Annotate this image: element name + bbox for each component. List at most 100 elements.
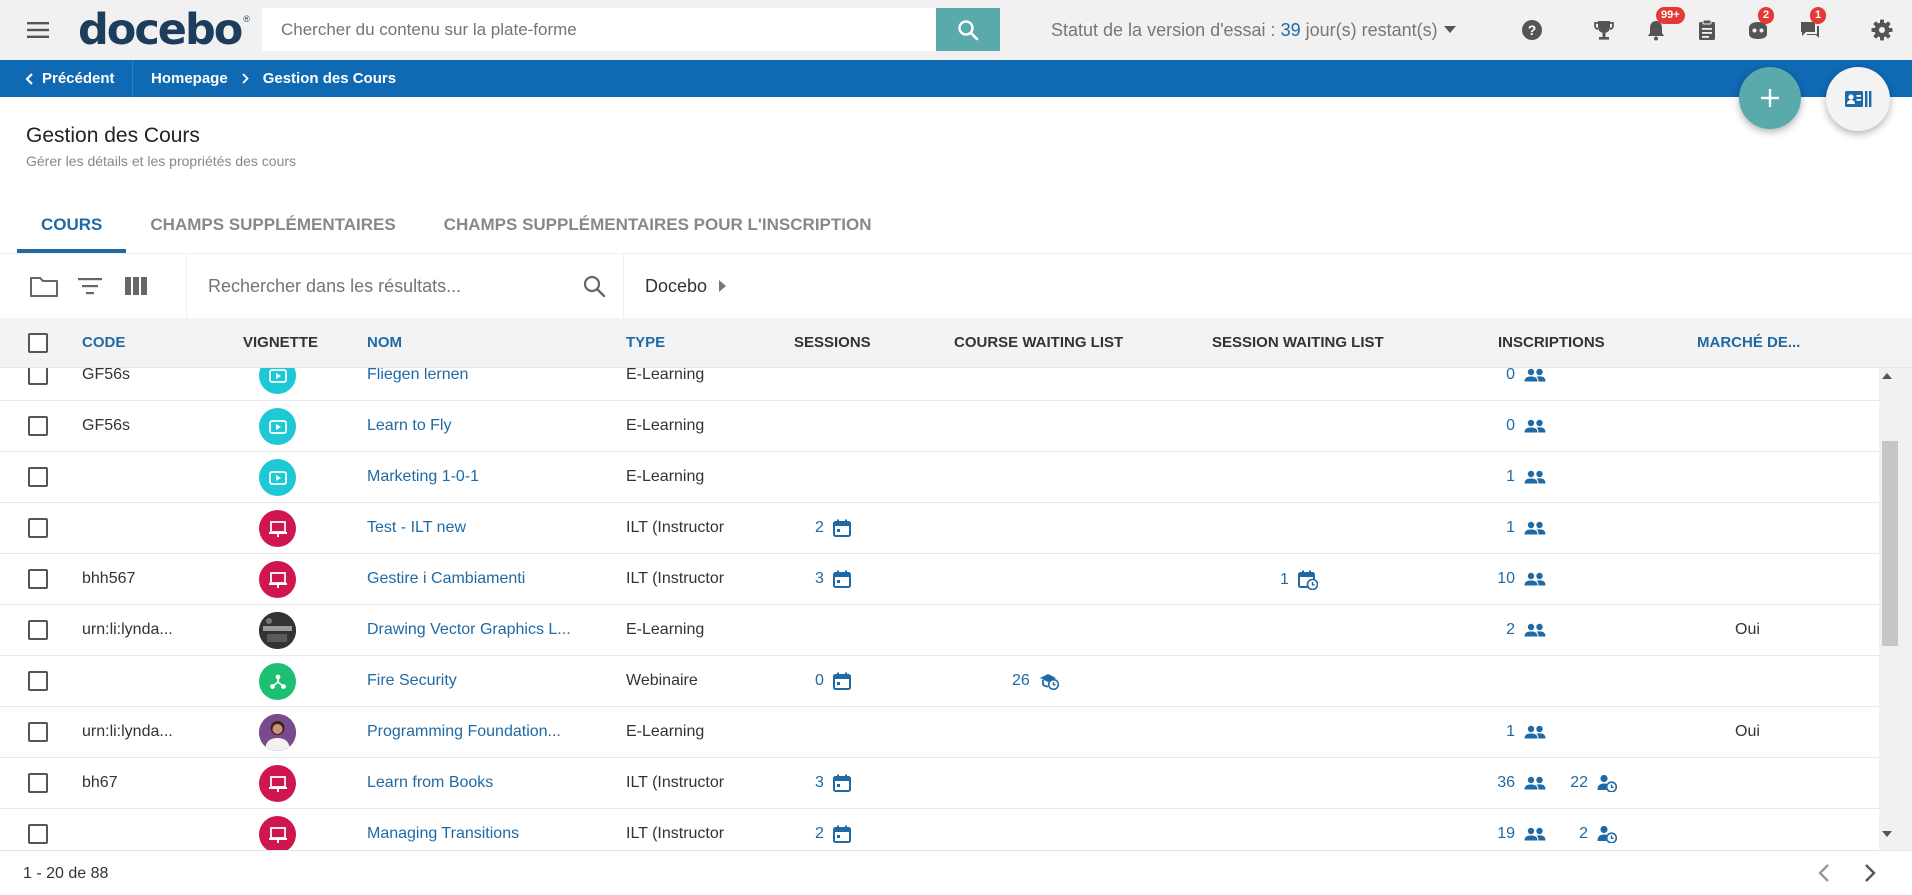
- sessions-link[interactable]: 3: [815, 570, 851, 588]
- scrollbar-thumb[interactable]: [1882, 441, 1898, 646]
- marketplace-value: Oui: [1735, 723, 1760, 740]
- column-header-type[interactable]: TYPE: [626, 334, 665, 351]
- add-course-button[interactable]: [1739, 67, 1801, 129]
- select-all-checkbox[interactable]: [28, 333, 48, 353]
- scroll-down-arrow-icon[interactable]: [1882, 830, 1892, 838]
- scroll-up-arrow-icon[interactable]: [1882, 372, 1892, 380]
- notifications-badge: 99+: [1656, 7, 1685, 24]
- course-type: Webinaire: [626, 672, 698, 689]
- results-search: [187, 253, 624, 319]
- trial-status-dropdown[interactable]: Statut de la version d'essai : 39 jour(s…: [1051, 0, 1456, 60]
- page-title: Gestion des Cours: [26, 124, 200, 147]
- row-checkbox[interactable]: [28, 824, 48, 844]
- enrollments-link[interactable]: 36: [1485, 774, 1546, 792]
- course-type: E-Learning: [626, 621, 705, 638]
- sessions-link[interactable]: 2: [815, 825, 851, 843]
- caret-right-icon: [719, 280, 727, 292]
- row-checkbox[interactable]: [28, 569, 48, 589]
- tab-courses[interactable]: COURS: [17, 205, 127, 253]
- row-checkbox[interactable]: [28, 722, 48, 742]
- row-checkbox[interactable]: [28, 518, 48, 538]
- messages-badge: 2: [1758, 7, 1775, 24]
- results-search-input[interactable]: [187, 275, 567, 297]
- row-checkbox[interactable]: [28, 773, 48, 793]
- course-photo-thumbnail: [259, 612, 296, 649]
- enrollments-link[interactable]: 1: [1495, 519, 1546, 537]
- course-name-link[interactable]: Fliegen lernen: [367, 368, 468, 384]
- course-code: urn:li:lynda...: [82, 621, 173, 638]
- column-header-name[interactable]: NOM: [367, 334, 402, 351]
- column-header-enrollments: INSCRIPTIONS: [1498, 334, 1605, 351]
- elearning-thumbnail-icon: [259, 408, 296, 445]
- session-waiting-list-link[interactable]: 1: [1280, 570, 1318, 590]
- table-row: bhh567 Gestire i Cambiamenti ILT (Instru…: [0, 554, 1879, 605]
- enrollments-link[interactable]: 1: [1495, 723, 1546, 741]
- course-name-link[interactable]: Managing Transitions: [367, 825, 519, 843]
- breadcrumb-home[interactable]: Homepage: [151, 70, 228, 87]
- course-waiting-count: 26: [1012, 672, 1030, 689]
- course-code: urn:li:lynda...: [82, 723, 173, 740]
- enrollments-link[interactable]: 0: [1495, 368, 1546, 384]
- enrollments-link[interactable]: 10: [1485, 570, 1546, 588]
- tab-bar: COURS CHAMPS SUPPLÉMENTAIRES CHAMPS SUPP…: [17, 205, 896, 253]
- search-icon[interactable]: [582, 274, 606, 298]
- enrollments-link[interactable]: 0: [1495, 417, 1546, 435]
- course-name-link[interactable]: Fire Security: [367, 672, 457, 690]
- global-search-button[interactable]: [936, 8, 1000, 51]
- docebo-logo[interactable]: docebo ®: [76, 0, 261, 60]
- tab-additional-fields[interactable]: CHAMPS SUPPLÉMENTAIRES: [126, 205, 419, 253]
- sessions-link[interactable]: 3: [815, 774, 851, 792]
- help-icon[interactable]: ?: [1518, 16, 1546, 44]
- course-name-link[interactable]: Gestire i Cambiamenti: [367, 570, 525, 588]
- enrollments-link[interactable]: 1: [1495, 468, 1546, 486]
- course-name-link[interactable]: Drawing Vector Graphics L...: [367, 621, 571, 639]
- course-name-link[interactable]: Learn from Books: [367, 774, 493, 792]
- column-header-code[interactable]: CODE: [82, 334, 125, 351]
- global-search-input[interactable]: [262, 8, 936, 51]
- svg-text:?: ?: [1528, 22, 1537, 38]
- chat-icon[interactable]: 1: [1796, 7, 1827, 44]
- notifications-bell-icon[interactable]: 99+: [1642, 7, 1685, 44]
- enrollments-link[interactable]: 2: [1495, 621, 1546, 639]
- messages-bot-icon[interactable]: 2: [1744, 7, 1775, 44]
- course-catalog-button[interactable]: [1826, 67, 1890, 131]
- folder-tree-icon[interactable]: [27, 269, 61, 303]
- course-name-link[interactable]: Test - ILT new: [367, 519, 466, 537]
- row-checkbox[interactable]: [28, 467, 48, 487]
- enrollment-waiting-link[interactable]: 22: [1570, 774, 1617, 792]
- course-name-link[interactable]: Marketing 1-0-1: [367, 468, 479, 486]
- course-name-link[interactable]: Learn to Fly: [367, 417, 451, 435]
- filter-icon[interactable]: [73, 269, 107, 303]
- next-page-icon[interactable]: [1864, 863, 1876, 883]
- elearning-thumbnail-icon: [259, 459, 296, 496]
- row-checkbox[interactable]: [28, 620, 48, 640]
- breadcrumb-bar: Précédent Homepage Gestion des Cours: [0, 60, 1912, 97]
- row-checkbox[interactable]: [28, 671, 48, 691]
- columns-icon[interactable]: [119, 269, 153, 303]
- settings-gear-icon[interactable]: [1868, 16, 1896, 44]
- enrollments-link[interactable]: 19: [1485, 825, 1546, 843]
- previous-page-icon[interactable]: [1818, 863, 1830, 883]
- column-header-marketplace[interactable]: MARCHÉ DE...: [1697, 334, 1800, 351]
- sessions-link[interactable]: 0: [815, 672, 851, 690]
- enrollment-waiting-count: 22: [1570, 774, 1588, 791]
- enrollment-waiting-link[interactable]: 2: [1570, 825, 1617, 843]
- clipboard-icon[interactable]: [1693, 16, 1721, 44]
- ilt-classroom-thumbnail-icon: [259, 816, 296, 850]
- course-waiting-list-link[interactable]: 26: [1012, 672, 1059, 690]
- hamburger-menu-icon[interactable]: [0, 0, 76, 60]
- table-row: Test - ILT new ILT (Instructor 2 1: [0, 503, 1879, 554]
- calendar-icon: [832, 570, 851, 588]
- row-checkbox[interactable]: [28, 416, 48, 436]
- logo-text: docebo: [78, 5, 243, 55]
- folder-selector[interactable]: Docebo: [624, 276, 727, 297]
- course-name-link[interactable]: Programming Foundation...: [367, 723, 561, 741]
- trophy-icon[interactable]: [1590, 16, 1618, 44]
- row-checkbox[interactable]: [28, 368, 48, 385]
- sessions-link[interactable]: 2: [815, 519, 851, 537]
- back-button[interactable]: Précédent: [0, 60, 133, 97]
- users-icon: [1524, 776, 1546, 790]
- top-header: docebo ® Statut de la version d'essai : …: [0, 0, 1912, 60]
- tab-enrollment-additional-fields[interactable]: CHAMPS SUPPLÉMENTAIRES POUR L'INSCRIPTIO…: [420, 205, 896, 253]
- course-type: ILT (Instructor: [626, 519, 725, 536]
